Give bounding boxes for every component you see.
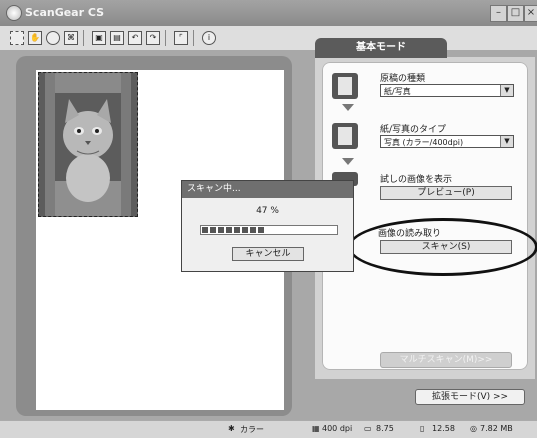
arrow-down-icon <box>342 104 354 111</box>
app-icon <box>6 5 22 21</box>
highlight-ellipse <box>348 218 537 276</box>
toolbar-separator <box>193 30 194 46</box>
chevron-down-icon: ▼ <box>500 136 513 147</box>
select-area-icon[interactable] <box>10 31 24 45</box>
height-value: 12.58 <box>432 424 455 433</box>
photo-type-select[interactable]: 写真 (カラー/400dpi) ▼ <box>380 135 514 148</box>
height-icon: ▯ <box>420 424 425 433</box>
preview-button[interactable]: プレビュー(P) <box>380 186 512 200</box>
minimize-button[interactable]: – <box>490 5 507 22</box>
photo-type-value: 写真 (カラー/400dpi) <box>384 138 464 147</box>
source-type-value: 紙/写真 <box>384 87 411 96</box>
color-mode: カラー <box>240 425 264 434</box>
status-bar: ✱ カラー ▦ 400 dpi ▭ 8.75 ▯ 12.58 ◎ 7.82 MB <box>0 420 537 438</box>
close-button[interactable]: × <box>524 5 537 22</box>
rotate-right-icon[interactable]: ↷ <box>146 31 160 45</box>
filesize-icon: ◎ <box>470 424 477 433</box>
frame-icon[interactable]: ⌜ <box>174 31 188 45</box>
auto-crop-icon[interactable]: ▣ <box>92 31 106 45</box>
progress-bar <box>200 225 338 235</box>
scan-progress-dialog: スキャン中... 47 % キャンセル <box>181 180 354 272</box>
progress-percent: 47 % <box>256 206 279 216</box>
source-type-label: 原稿の種類 <box>380 74 426 84</box>
photo-type-label: 紙/写真のタイプ <box>380 125 447 135</box>
maximize-button[interactable]: □ <box>507 5 524 22</box>
arrow-down-icon <box>342 158 354 165</box>
photo-type-icon <box>332 123 358 149</box>
window-title: ScanGear CS <box>25 6 105 19</box>
resolution: 400 dpi <box>322 424 353 433</box>
width-icon: ▭ <box>364 424 372 433</box>
dialog-title: スキャン中... <box>182 181 353 198</box>
filesize-value: 7.82 MB <box>480 424 513 433</box>
title-bar: ScanGear CS – □ × <box>0 0 537 26</box>
advanced-mode-button[interactable]: 拡張モード(V) >> <box>415 389 525 405</box>
source-type-select[interactable]: 紙/写真 ▼ <box>380 84 514 97</box>
preview-image[interactable] <box>38 72 138 217</box>
rotate-left-icon[interactable]: ↶ <box>128 31 142 45</box>
color-mode-icon: ✱ <box>228 424 235 433</box>
info-icon[interactable]: i <box>202 31 216 45</box>
cancel-button[interactable]: キャンセル <box>232 247 304 261</box>
zoom-icon[interactable] <box>46 31 60 45</box>
toolbar: ✋ ⌘ ▣ ▤ ↶ ↷ ⌜ i <box>0 26 537 50</box>
multi-scan-button[interactable]: マルチスキャン(M)>> <box>380 352 512 368</box>
resolution-icon: ▦ <box>312 424 320 433</box>
tab-basic-mode[interactable]: 基本モード <box>315 38 447 58</box>
crop-icon[interactable]: ⌘ <box>64 31 78 45</box>
thumbnail-icon[interactable]: ▤ <box>110 31 124 45</box>
width-value: 8.75 <box>376 424 394 433</box>
toolbar-separator <box>83 30 84 46</box>
toolbar-separator <box>165 30 166 46</box>
hand-icon[interactable]: ✋ <box>28 31 42 45</box>
document-icon <box>332 73 358 99</box>
preview-label: 試しの画像を表示 <box>380 175 453 185</box>
chevron-down-icon: ▼ <box>500 85 513 96</box>
progress-fill <box>202 227 265 233</box>
